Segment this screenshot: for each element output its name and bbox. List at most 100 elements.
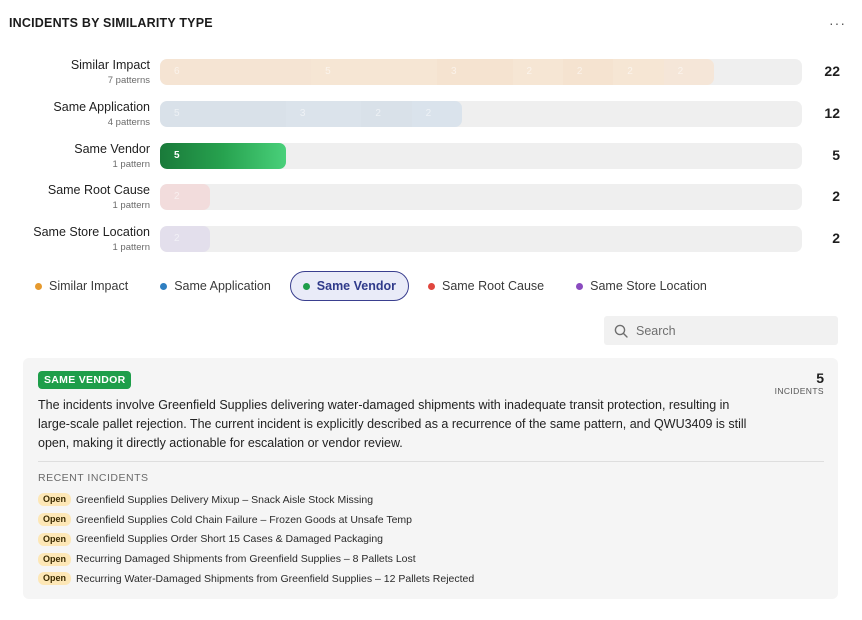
bar-fill[interactable]: 2 [160,184,210,211]
segment-value: 2 [677,66,684,77]
bar-segment[interactable]: 2 [562,59,614,85]
segment-value: 2 [375,107,381,119]
bar-segment[interactable]: 2 [663,59,714,85]
bar-fill[interactable]: 6 5 3 2 2 2 2 [160,59,714,85]
row-label: Same Store Location 1 pattern [33,225,150,254]
row-pattern-count: 4 patterns [107,116,150,128]
bar-track[interactable]: 2 [160,226,802,252]
incident-item[interactable]: Open Recurring Water-Damaged Shipments fr… [38,569,474,589]
bar-segment[interactable]: 2 [512,59,563,85]
segment-value: 5 [174,149,180,161]
segment-value: 6 [174,66,180,77]
bar-segment[interactable]: 2 [361,100,412,127]
legend-item[interactable]: Same Application [147,271,284,301]
page-title: INCIDENTS BY SIMILARITY TYPE [9,16,213,30]
bar-track[interactable]: 2 [160,184,802,211]
status-badge: Open [38,493,72,507]
row-total: 2 [832,230,840,246]
segment-value: 3 [299,107,306,119]
more-options-icon[interactable]: ··· [829,16,846,30]
segment-value: 2 [526,66,533,77]
row-total: 5 [832,146,840,163]
pattern-description: The incidents involve Greenfield Supplie… [38,398,747,450]
incident-item[interactable]: Open Greenfield Supplies Cold Chain Failu… [38,510,474,530]
segment-value: 5 [174,107,180,119]
search-placeholder: Search [636,323,676,338]
status-badge: Open [38,552,72,566]
row-label: Same Root Cause 1 pattern [48,183,150,212]
incident-item[interactable]: Open Greenfield Supplies Delivery Mixup –… [38,490,474,510]
legend-label: Same Store Location [590,279,707,293]
legend-dot-icon [302,282,310,290]
row-pattern-count: 1 pattern [112,158,151,170]
status-badge: Open [38,513,72,527]
incident-count-value: 5 [816,370,824,386]
bar-segment[interactable]: 3 [436,59,513,85]
legend-label: Similar Impact [49,279,129,293]
bar-fill[interactable]: 5 [160,142,286,169]
legend-dot-icon [35,282,42,290]
row-label: Similar Impact 7 patterns [71,58,150,87]
status-badge: Open [38,572,72,586]
bar-segment[interactable]: 2 [613,59,664,85]
recent-incidents-list: Open Greenfield Supplies Delivery Mixup –… [38,490,474,589]
bar-track[interactable]: 6 5 3 2 2 2 2 [160,59,802,85]
bar-segment[interactable]: 2 [160,226,210,252]
legend-dot-icon [427,282,435,290]
detail-card: SAME VENDOR 5 INCIDENTS The incidents in… [23,358,838,599]
row-label: Same Vendor 1 pattern [74,142,150,171]
row-total: 22 [824,63,840,79]
legend-label: Same Vendor [316,279,396,293]
incident-title: Recurring Damaged Shipments from Greenfi… [76,553,416,566]
legend-item[interactable]: Same Root Cause [415,271,557,301]
status-badge: Open [38,532,72,546]
row-pattern-count: 1 pattern [112,200,151,212]
recent-incidents-title: RECENT INCIDENTS [38,472,149,484]
incident-count-label: INCIDENTS [774,386,824,396]
segment-value: 3 [450,66,457,77]
similarity-row: Same Store Location 1 pattern 2 2 [0,225,862,267]
row-name: Same Store Location [33,225,150,239]
segment-value: 2 [576,66,583,77]
segment-value: 2 [627,66,633,77]
similarity-bars: Similar Impact 7 patterns 6 5 3 2 2 2 2 22 Same Ap… [0,58,862,267]
row-pattern-count: 1 pattern [112,242,151,253]
legend-item[interactable]: Same Store Location [563,271,720,301]
segment-value: 2 [174,233,180,244]
similarity-badge: SAME VENDOR [38,371,132,389]
bar-segment[interactable]: 5 [160,142,286,169]
row-name: Same Vendor [74,141,150,156]
bar-fill[interactable]: 5 3 2 2 [160,100,462,127]
similarity-row: Similar Impact 7 patterns 6 5 3 2 2 2 2 22 [0,58,862,100]
incident-title: Greenfield Supplies Delivery Mixup – Sna… [76,493,374,506]
row-pattern-count: 7 patterns [107,75,150,86]
incident-title: Greenfield Supplies Cold Chain Failure –… [76,513,413,526]
similarity-row: Same Vendor 1 pattern 5 5 [0,142,862,184]
legend-item[interactable]: Similar Impact [22,271,141,301]
row-name: Same Application [53,99,150,114]
legend-dot-icon [576,282,584,290]
bar-segment[interactable]: 2 [160,184,210,211]
bar-segment[interactable]: 5 [311,59,437,85]
bar-segment[interactable]: 2 [411,100,462,127]
bar-segment[interactable]: 5 [160,100,286,127]
bar-fill[interactable]: 2 [160,226,210,252]
incident-item[interactable]: Open Greenfield Supplies Order Short 15 C… [38,530,474,550]
incident-item[interactable]: Open Recurring Damaged Shipments from Gre… [38,549,474,569]
incident-title: Greenfield Supplies Order Short 15 Cases… [76,533,384,546]
legend-item[interactable]: Same Vendor [289,271,409,301]
row-total: 2 [832,188,840,205]
similarity-row: Same Application 4 patterns 5 3 2 2 12 [0,100,862,142]
segment-value: 2 [425,107,432,119]
bar-segment[interactable]: 3 [285,100,362,127]
legend-label: Same Application [174,279,271,293]
search-input[interactable]: Search [604,316,838,345]
bar-track[interactable]: 5 [160,142,802,169]
segment-value: 5 [325,66,331,77]
similarity-row: Same Root Cause 1 pattern 2 2 [0,183,862,225]
bar-segment[interactable]: 6 [160,59,312,85]
bar-track[interactable]: 5 3 2 2 [160,100,802,127]
row-name: Similar Impact [70,58,150,72]
legend-dot-icon [160,282,168,290]
row-name: Same Root Cause [47,183,150,198]
